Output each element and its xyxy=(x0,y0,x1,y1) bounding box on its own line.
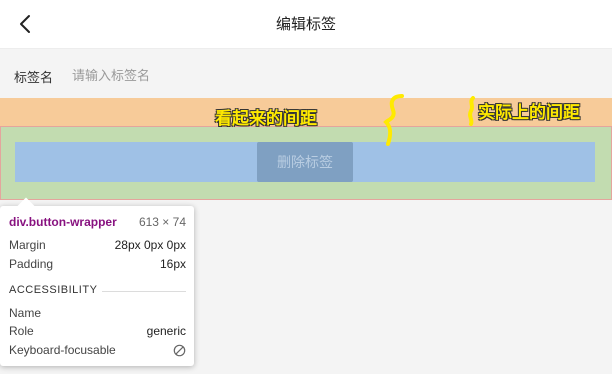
actual-spacing-annotation: 实际上的间距 xyxy=(478,103,580,123)
padding-value: 16px xyxy=(159,257,186,271)
apparent-spacing-annotation: 看起来的间距 xyxy=(215,109,317,129)
name-label: Name xyxy=(9,306,42,320)
accessibility-heading: ACCESSIBILITY xyxy=(9,284,98,296)
no-entry-icon xyxy=(173,344,186,357)
role-label: Role xyxy=(9,324,34,338)
tooltip-role-row: Role generic xyxy=(9,324,186,340)
app-header: 编辑标签 xyxy=(0,0,612,49)
focusable-label: Keyboard-focusable xyxy=(9,343,116,357)
actual-spacing-brace xyxy=(468,96,475,126)
accessibility-divider xyxy=(102,291,186,292)
role-value: generic xyxy=(146,324,186,338)
tooltip-element-size: 613 × 74 xyxy=(138,215,186,229)
padding-label: Padding xyxy=(9,257,54,271)
tag-name-row: 标签名 xyxy=(0,62,612,92)
page-title: 编辑标签 xyxy=(275,15,336,33)
margin-label: Margin xyxy=(9,238,46,252)
margin-value: 28px 0px 0px xyxy=(114,238,186,252)
delete-tag-button[interactable]: 删除标签 xyxy=(257,142,353,182)
tag-name-input[interactable] xyxy=(72,64,392,88)
devtools-inspect-tooltip: div.button-wrapper 613 × 74 Margin 28px … xyxy=(0,197,194,366)
tooltip-margin-row: Margin 28px 0px 0px xyxy=(9,238,186,254)
tag-name-label: 标签名 xyxy=(14,71,54,86)
tooltip-name-row: Name xyxy=(9,306,186,322)
tooltip-element-name: div.button-wrapper xyxy=(9,215,117,229)
tooltip-padding-row: Padding 16px xyxy=(9,257,186,273)
apparent-spacing-brace xyxy=(383,94,404,146)
tooltip-arrow xyxy=(17,197,35,215)
tooltip-focusable-row: Keyboard-focusable xyxy=(9,343,186,359)
